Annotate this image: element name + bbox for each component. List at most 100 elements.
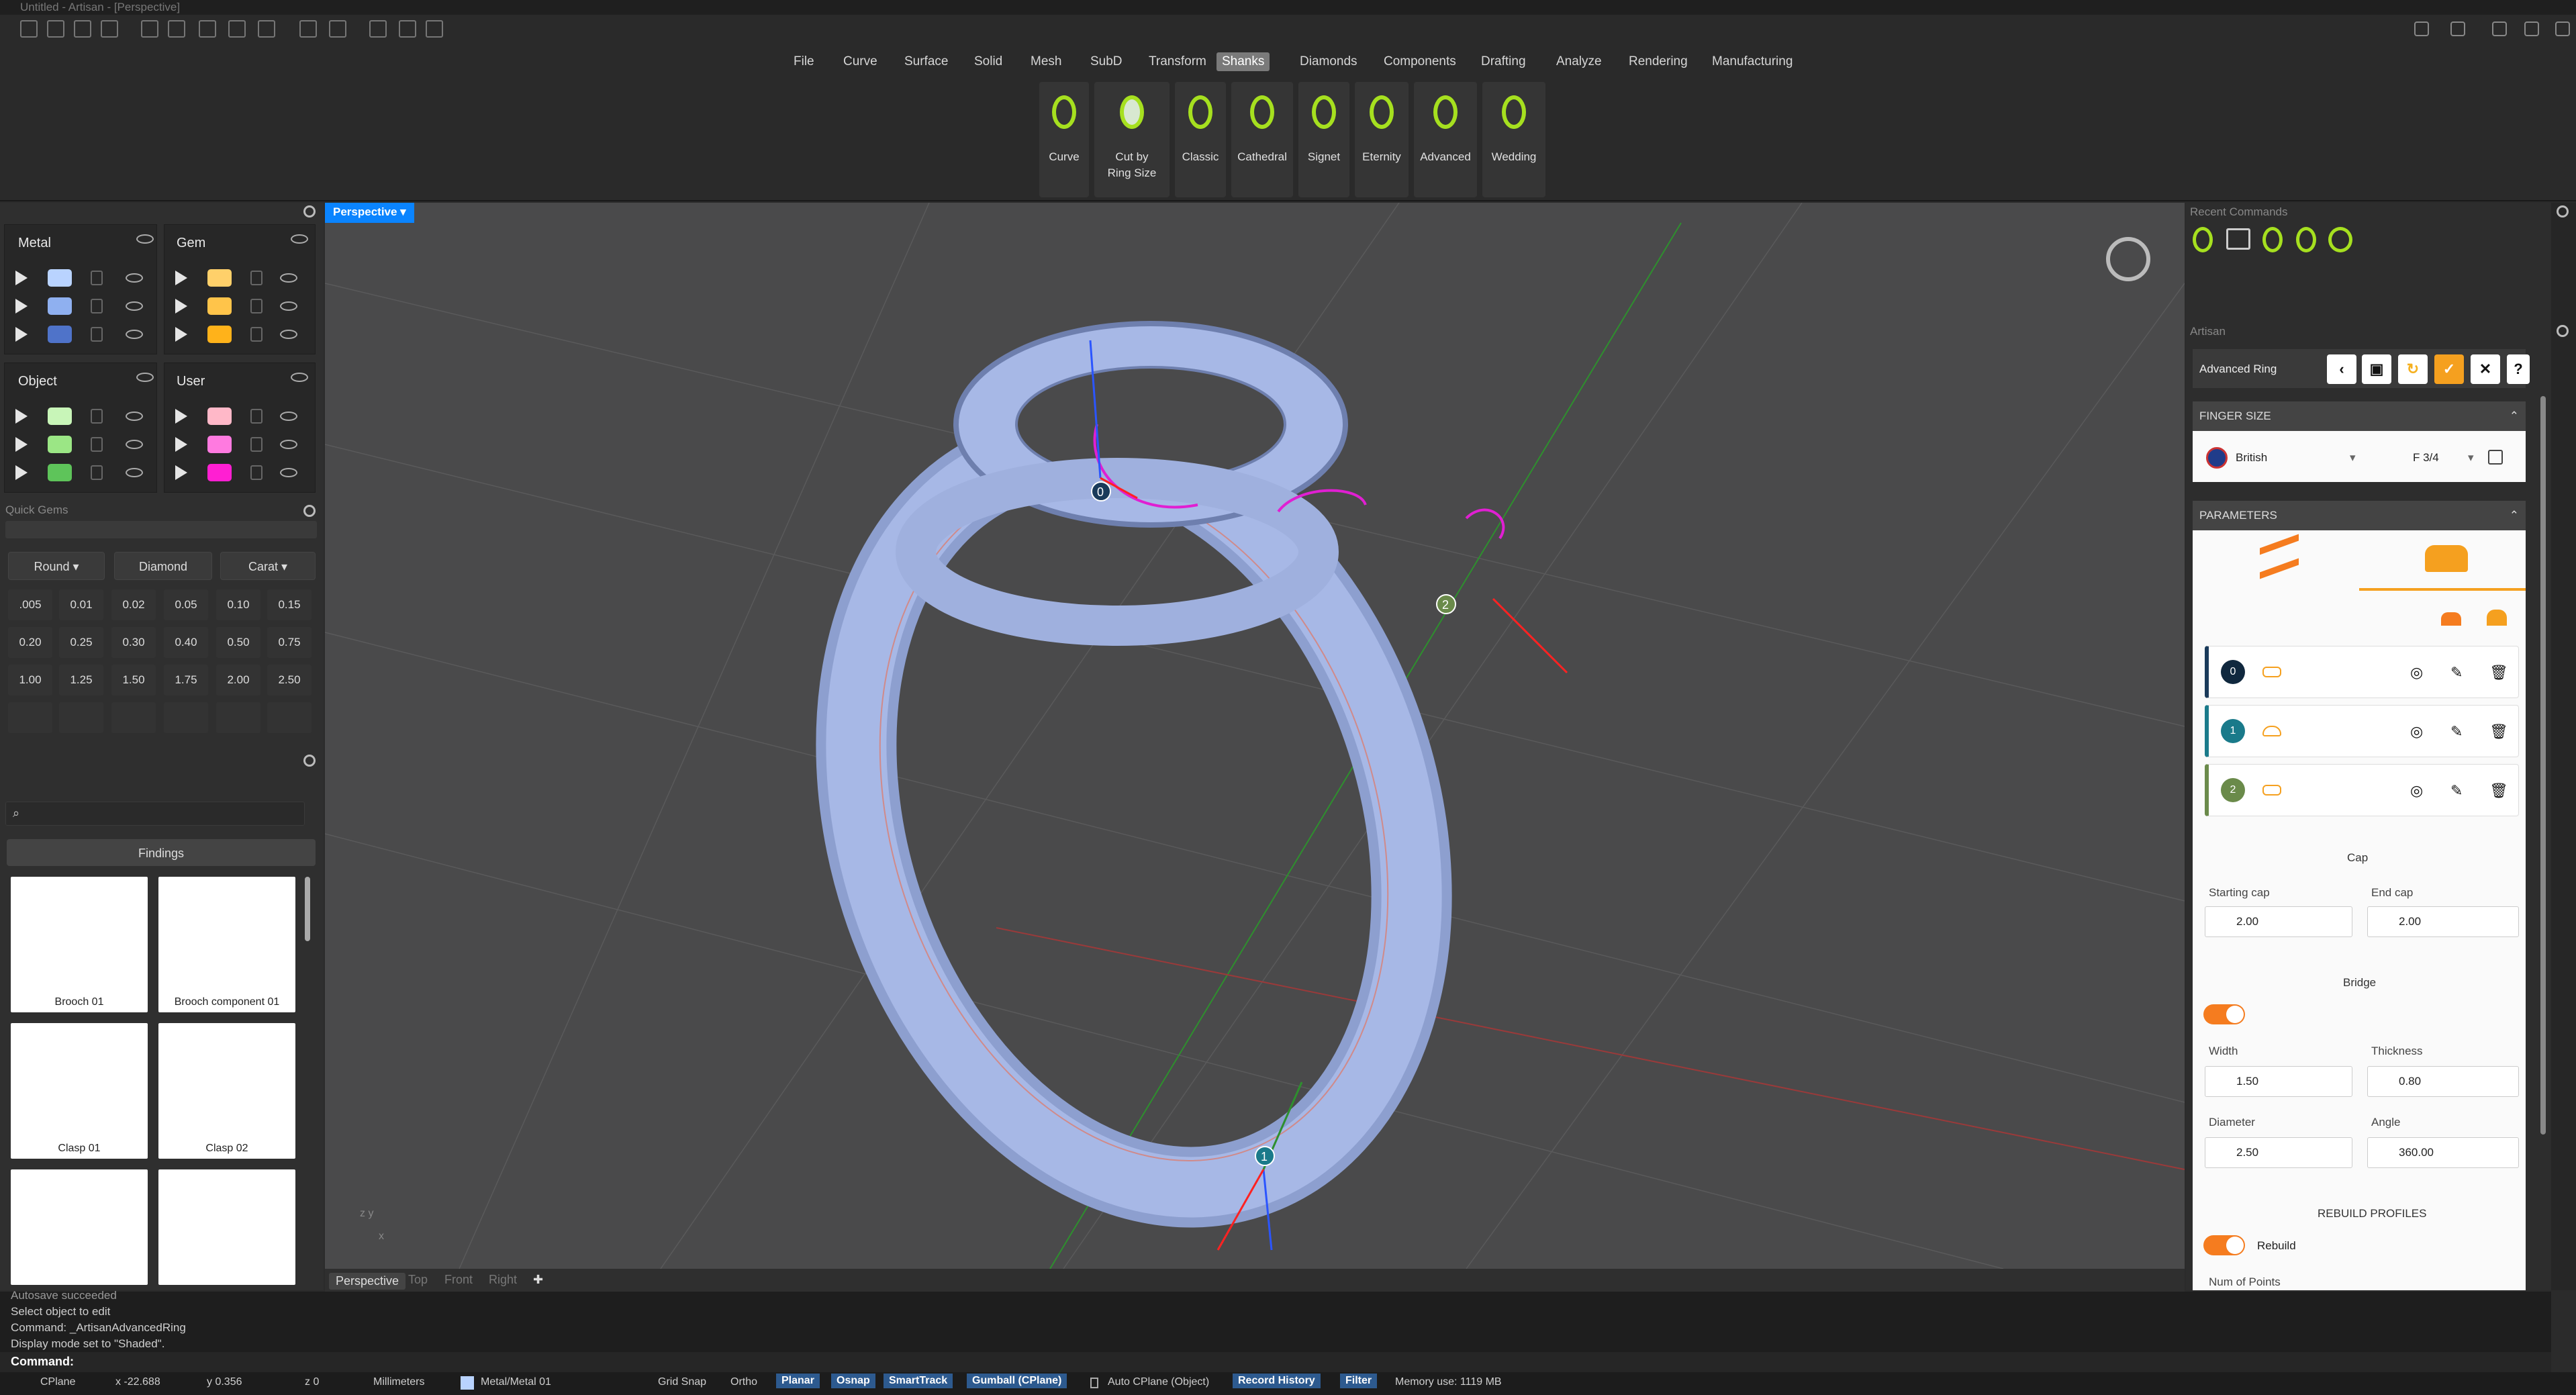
recent-classic-icon[interactable] [2296, 227, 2316, 252]
gem-material-dropdown[interactable]: Diamond [114, 552, 212, 580]
layer-color[interactable] [48, 297, 72, 315]
play-icon[interactable] [175, 271, 187, 285]
layer-row[interactable] [164, 401, 315, 428]
gem-size-button[interactable]: .005 [8, 589, 52, 620]
menu-manufacturing[interactable]: Manufacturing [1707, 52, 1798, 71]
gem-shape-dropdown[interactable]: Round ▾ [8, 552, 105, 580]
tab-right[interactable]: Right [489, 1273, 517, 1287]
gem-size-button[interactable]: 2.50 [267, 665, 312, 695]
ring-size-dropdown[interactable]: F 3/4 [2413, 451, 2439, 465]
grid-snap-toggle[interactable]: Grid Snap [658, 1376, 706, 1388]
target-icon[interactable]: ◎ [2410, 782, 2423, 800]
play-icon[interactable] [15, 465, 28, 480]
library-item[interactable] [158, 1169, 295, 1285]
eye-icon[interactable] [126, 301, 143, 311]
undo-icon[interactable] [141, 20, 158, 38]
layer-row[interactable] [164, 319, 315, 346]
artisan-scrollbar[interactable] [2540, 396, 2546, 1135]
menu-diamonds[interactable]: Diamonds [1294, 52, 1363, 71]
starting-cap-input[interactable]: 2.00 [2205, 906, 2352, 937]
filter-toggle[interactable]: Filter [1340, 1374, 1378, 1388]
lock-icon[interactable] [250, 299, 263, 314]
library-item[interactable] [11, 1169, 148, 1285]
play-icon[interactable] [175, 465, 187, 480]
lock-icon[interactable] [250, 409, 263, 424]
current-layer-swatch[interactable] [461, 1376, 474, 1390]
gem-size-button[interactable]: 0.40 [164, 627, 208, 658]
link-icon[interactable] [329, 20, 346, 38]
auto-cplane-toggle[interactable]: Auto CPlane (Object) [1108, 1376, 1209, 1388]
tab-top[interactable]: Top [408, 1273, 428, 1287]
viewport-perspective[interactable]: 0 1 2 z y x [325, 203, 2185, 1269]
gem-size-button[interactable]: 0.05 [164, 589, 208, 620]
library-item[interactable]: Clasp 02 [158, 1023, 295, 1159]
artisan-settings-icon[interactable] [2557, 325, 2569, 337]
add-profile-icon[interactable] [2441, 612, 2461, 626]
menu-surface[interactable]: Surface [899, 52, 953, 71]
record-history-toggle[interactable]: Record History [1233, 1374, 1321, 1388]
viewport-canvas[interactable]: 0 1 2 z y x [325, 203, 2185, 1269]
tool-classic[interactable]: Classic [1175, 82, 1226, 197]
menu-subd[interactable]: SubD [1085, 52, 1128, 71]
menu-solid[interactable]: Solid [969, 52, 1008, 71]
lock-icon[interactable] [1090, 1378, 1098, 1388]
library-search-input[interactable]: ⌕ [5, 802, 305, 826]
reload-icon[interactable]: ↻ [2398, 354, 2428, 384]
library-toolbar[interactable] [5, 772, 317, 796]
library-item[interactable]: Clasp 01 [11, 1023, 148, 1159]
menu-shanks[interactable]: Shanks [1217, 52, 1270, 71]
tab-perspective[interactable]: Perspective [329, 1273, 406, 1290]
gem-size-button[interactable]: 0.75 [267, 627, 312, 658]
profile-slot-1[interactable]: 1 ◎ ✎ 🗑 [2205, 705, 2519, 757]
tool-eternity[interactable]: Eternity [1355, 82, 1409, 197]
gem-size-button[interactable]: 0.25 [59, 627, 103, 658]
angle-input[interactable]: 360.00 [2367, 1137, 2519, 1168]
tool-curve[interactable]: Curve [1039, 82, 1089, 197]
units-status[interactable]: Millimeters [373, 1376, 424, 1388]
confirm-button[interactable]: ✓ [2434, 354, 2464, 384]
layer-color[interactable] [207, 436, 232, 453]
menu-mesh[interactable]: Mesh [1025, 52, 1067, 71]
gem-unit-dropdown[interactable]: Carat ▾ [220, 552, 316, 580]
gem-size-button[interactable]: 1.75 [164, 665, 208, 695]
thickness-input[interactable]: 0.80 [2367, 1066, 2519, 1097]
gem-size-button[interactable]: 0.01 [59, 589, 103, 620]
eye-icon[interactable] [280, 440, 297, 449]
rebuild-toggle[interactable] [2203, 1235, 2245, 1255]
tool-advanced[interactable]: Advanced [1414, 82, 1477, 197]
tool-cut-by-ring-size[interactable]: Cut by Ring Size [1094, 82, 1170, 197]
ring-size-table-icon[interactable] [2488, 450, 2503, 465]
quick-gems-toolbar[interactable] [5, 521, 317, 538]
library-category-dropdown[interactable]: Findings [7, 839, 316, 866]
eye-icon[interactable] [126, 412, 143, 421]
layer-color[interactable] [48, 407, 72, 425]
layer-color[interactable] [48, 269, 72, 287]
layer-row[interactable] [5, 457, 156, 484]
gem-setting-icon[interactable] [8, 702, 52, 733]
play-icon[interactable] [175, 327, 187, 342]
gumball-toggle[interactable]: Gumball (CPlane) [967, 1374, 1067, 1388]
close-button[interactable] [2555, 21, 2570, 36]
eye-icon[interactable] [280, 273, 297, 283]
layer-color[interactable] [207, 297, 232, 315]
profile-library-icon[interactable] [2487, 610, 2507, 626]
lock-icon[interactable] [91, 299, 103, 314]
add-viewport-icon[interactable]: ✚ [533, 1273, 543, 1287]
edit-icon[interactable]: ✎ [2450, 664, 2463, 681]
diameter-input[interactable]: 2.50 [2205, 1137, 2352, 1168]
import-icon[interactable] [74, 20, 91, 38]
play-icon[interactable] [175, 437, 187, 452]
layer-color[interactable] [207, 407, 232, 425]
menu-components[interactable]: Components [1378, 52, 1462, 71]
layer-color[interactable] [48, 326, 72, 343]
menu-transform[interactable]: Transform [1143, 52, 1212, 71]
eye-icon[interactable] [280, 330, 297, 339]
eye-icon[interactable] [126, 468, 143, 477]
layer-row[interactable] [5, 319, 156, 346]
recent-open-folder-icon[interactable] [2226, 228, 2250, 250]
layer-color[interactable] [48, 436, 72, 453]
gem-size-button[interactable]: 0.15 [267, 589, 312, 620]
lock-icon[interactable] [250, 271, 263, 285]
collapse-icon[interactable]: ⌃ [2510, 509, 2519, 522]
play-icon[interactable] [175, 409, 187, 424]
